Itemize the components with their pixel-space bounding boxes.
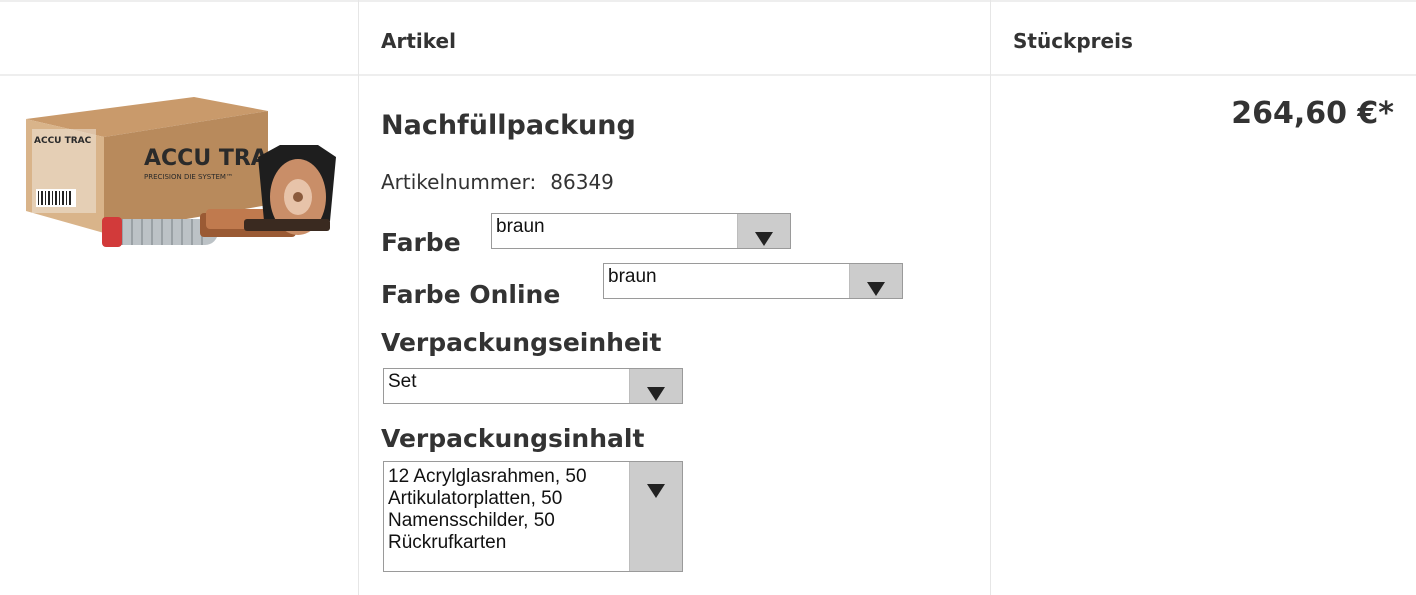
- column-divider-image: [358, 0, 359, 595]
- select-verpackungsinhalt-value: 12 Acrylglasrahmen, 50 Artikulatorplatte…: [388, 466, 632, 554]
- product-name[interactable]: Nachfüllpackung: [381, 110, 636, 141]
- select-verpackungseinheit-value: Set: [388, 371, 417, 392]
- triangle-down-icon: [647, 387, 665, 401]
- select-farbe[interactable]: braun: [491, 213, 791, 249]
- article-number-row: Artikelnummer: 86349: [381, 170, 614, 194]
- select-farbe-online-button[interactable]: [849, 264, 902, 298]
- triangle-down-icon: [867, 282, 885, 296]
- option-label-verpackungseinheit: Verpackungseinheit: [381, 328, 662, 357]
- option-line: 12 Acrylglasrahmen, 50: [388, 466, 587, 487]
- option-line: Namensschilder, 50: [388, 510, 555, 531]
- product-box-illustration: ACCU TRAC ACCU TRAC PRECISION DIE SYSTEM…: [26, 97, 336, 247]
- table-top-border: [0, 0, 1416, 2]
- article-number-value: 86349: [550, 170, 614, 194]
- select-farbe-online[interactable]: braun: [603, 263, 903, 299]
- option-label-farbe: Farbe: [381, 228, 461, 257]
- option-line: Artikulatorplatten, 50: [388, 488, 563, 509]
- article-number-label: Artikelnummer:: [381, 170, 537, 194]
- triangle-down-icon: [755, 232, 773, 246]
- select-verpackungsinhalt[interactable]: 12 Acrylglasrahmen, 50 Artikulatorplatte…: [383, 461, 683, 572]
- select-verpackungseinheit-button[interactable]: [629, 369, 682, 403]
- header-separator: [0, 74, 1416, 76]
- svg-text:ACCU TRAC: ACCU TRAC: [34, 136, 92, 146]
- header-unit-price: Stückpreis: [1013, 29, 1133, 53]
- svg-text:PRECISION DIE SYSTEM™: PRECISION DIE SYSTEM™: [144, 173, 233, 181]
- cart-table: Artikel Stückpreis ACCU TRAC ACCU TRAC P…: [0, 0, 1416, 595]
- unit-price: 264,60 €*: [1231, 96, 1394, 131]
- triangle-down-icon: [647, 484, 665, 498]
- option-label-farbe-online: Farbe Online: [381, 280, 561, 309]
- select-farbe-online-value: braun: [608, 266, 657, 287]
- select-farbe-value: braun: [496, 216, 545, 237]
- select-farbe-button[interactable]: [737, 214, 790, 248]
- select-verpackungseinheit[interactable]: Set: [383, 368, 683, 404]
- header-article: Artikel: [381, 29, 456, 53]
- select-verpackungsinhalt-button[interactable]: [629, 462, 682, 571]
- option-label-verpackungsinhalt: Verpackungsinhalt: [381, 424, 645, 453]
- product-image[interactable]: ACCU TRAC ACCU TRAC PRECISION DIE SYSTEM…: [18, 93, 336, 261]
- option-line: Rückrufkarten: [388, 532, 507, 553]
- column-divider-price: [990, 0, 991, 595]
